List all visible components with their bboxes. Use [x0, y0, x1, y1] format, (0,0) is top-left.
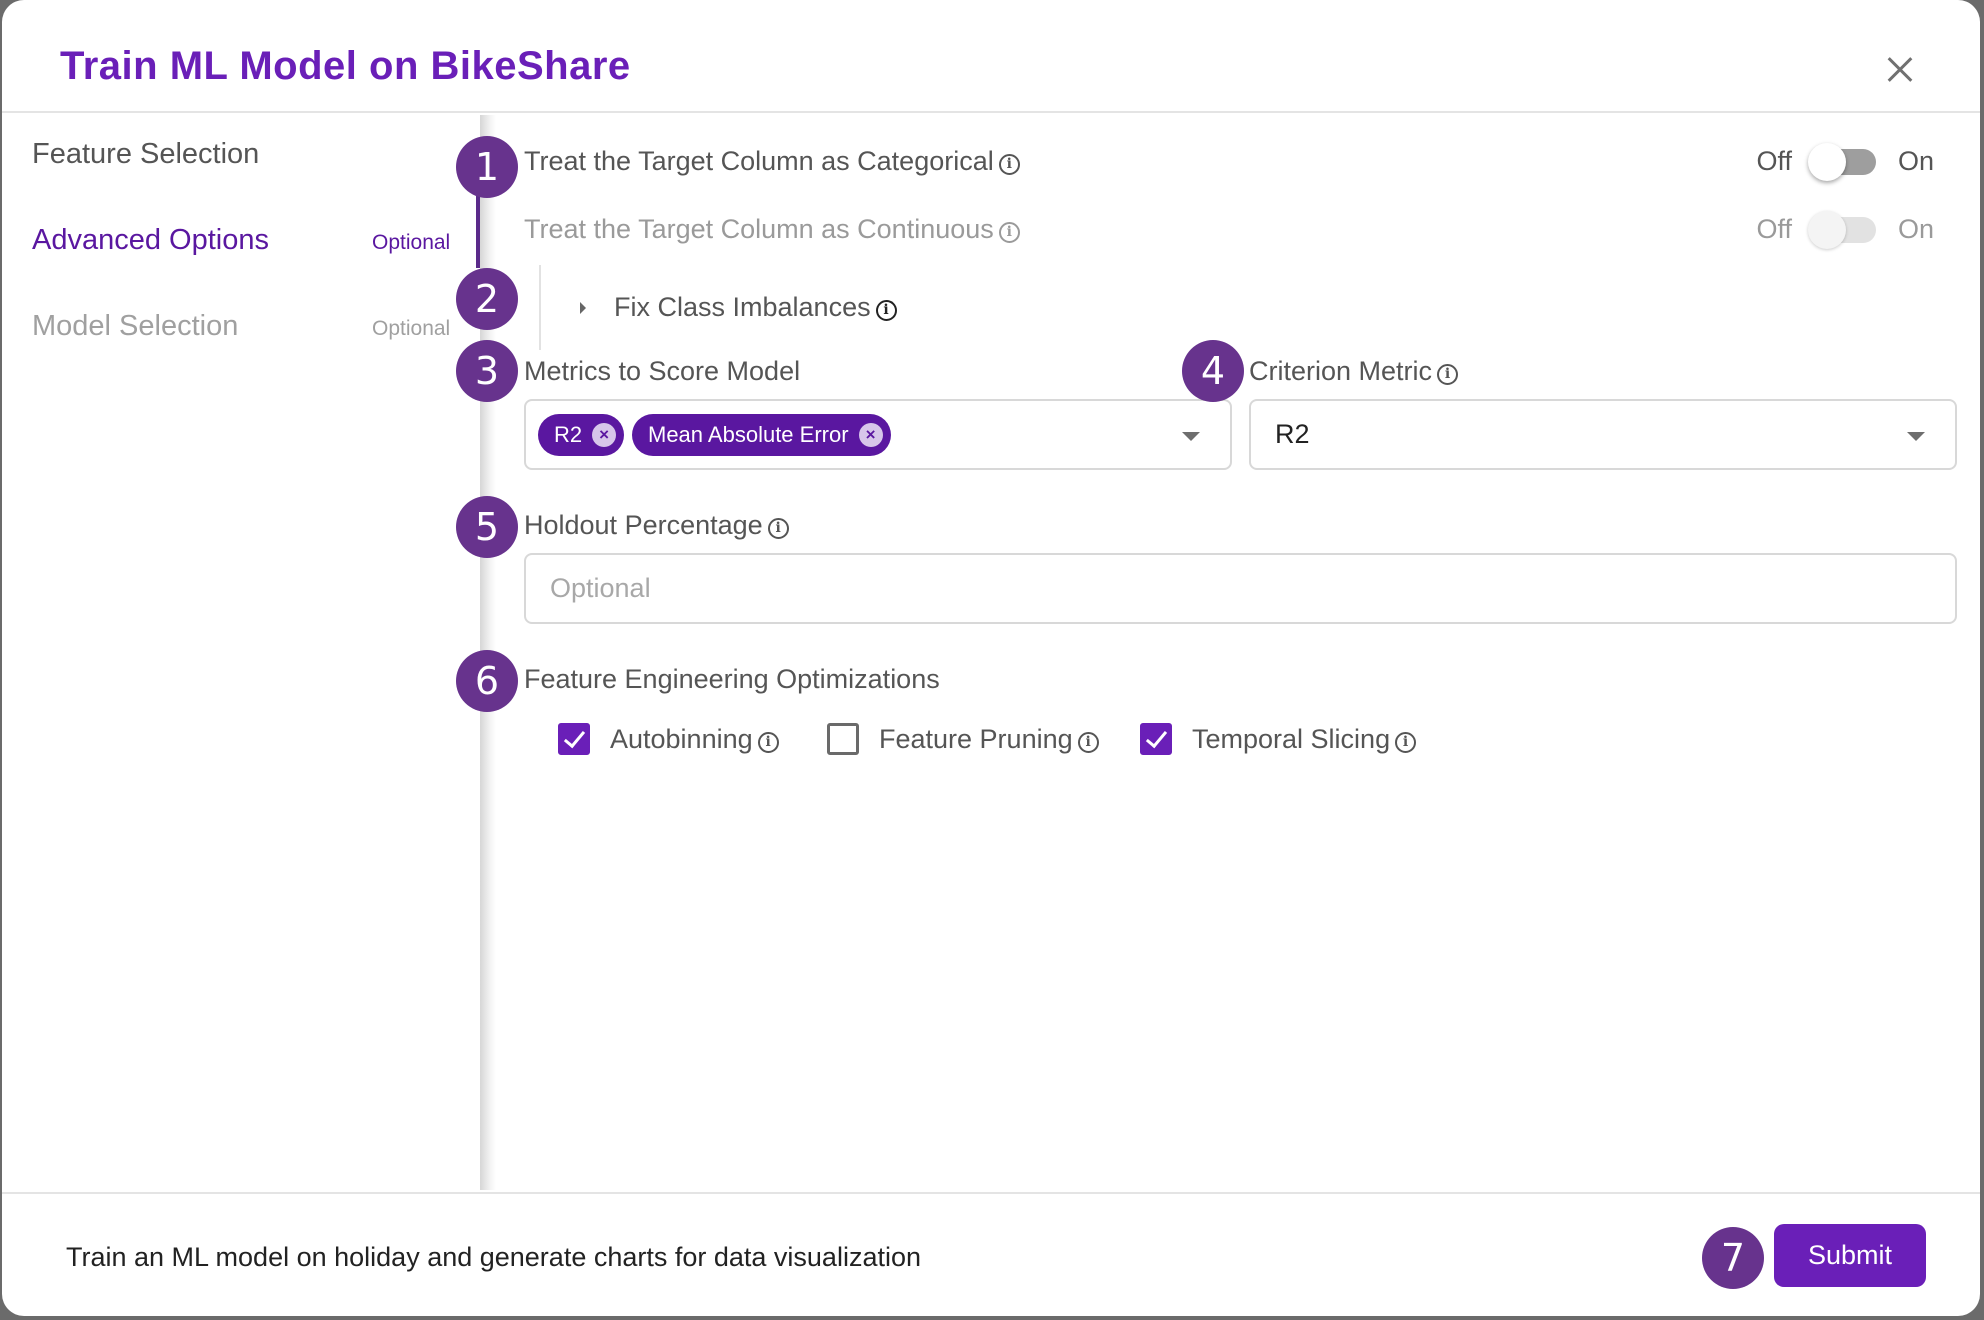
step-badge-2: 2 — [456, 268, 518, 330]
step-badge-5: 5 — [456, 496, 518, 558]
checkbox-label-text: Feature Pruning — [879, 723, 1073, 754]
section-divider — [539, 265, 541, 350]
info-icon[interactable]: i — [757, 731, 779, 753]
remove-chip-icon[interactable]: × — [592, 423, 617, 447]
info-icon[interactable]: i — [767, 518, 789, 539]
categorical-toggle[interactable] — [1807, 142, 1876, 181]
criterion-value: R2 — [1275, 419, 1310, 449]
step-badge-3: 3 — [456, 340, 518, 402]
info-icon[interactable]: i — [875, 300, 897, 321]
continuous-toggle-group: Off On — [1756, 210, 1934, 249]
info-icon[interactable]: i — [1077, 731, 1099, 753]
categorical-label-text: Treat the Target Column as Categorical — [524, 146, 994, 176]
continuous-toggle — [1807, 210, 1876, 249]
chevron-down-icon[interactable] — [1907, 432, 1925, 441]
metric-chip: Mean Absolute Error × — [632, 414, 891, 456]
toggle-knob — [1807, 142, 1846, 181]
step-badge-7: 7 — [1702, 1227, 1764, 1289]
metrics-label: Metrics to Score Model — [524, 356, 801, 386]
sidebar-item-label: Advanced Options — [32, 224, 269, 256]
feature-pruning-checkbox[interactable] — [827, 723, 859, 755]
step-badge-1: 1 — [456, 136, 518, 198]
fix-class-imbalances-toggle[interactable]: Fix Class Imbalances i — [614, 292, 897, 323]
chip-label: Mean Absolute Error — [648, 422, 849, 447]
toggle-off-label: Off — [1756, 146, 1792, 176]
continuous-label: Treat the Target Column as Continuous i — [524, 214, 1020, 245]
chip-label: R2 — [554, 422, 583, 447]
toggle-on-label: On — [1897, 146, 1934, 176]
autobinning-option[interactable]: Autobinning i — [558, 723, 779, 755]
holdout-label-text: Holdout Percentage — [524, 510, 763, 540]
criterion-select[interactable]: R2 — [1249, 399, 1957, 470]
feature-pruning-option[interactable]: Feature Pruning i — [827, 723, 1099, 755]
sidebar-item-feature-selection[interactable]: Feature Selection — [32, 138, 259, 171]
sidebar-item-advanced-options[interactable]: Advanced Options — [32, 224, 269, 257]
submit-button[interactable]: Submit — [1774, 1224, 1926, 1287]
toggle-off-label: Off — [1756, 214, 1792, 244]
info-icon[interactable]: i — [1437, 364, 1459, 385]
categorical-toggle-group: Off On — [1756, 142, 1934, 181]
optional-tag: Optional — [372, 317, 451, 340]
expand-caret-icon[interactable] — [580, 302, 586, 314]
sidebar-item-label: Model Selection — [32, 310, 239, 342]
step-connector — [476, 196, 480, 268]
step-badge-4: 4 — [1182, 340, 1244, 402]
close-icon[interactable] — [1880, 50, 1920, 90]
sidebar-item-label: Feature Selection — [32, 138, 260, 170]
feature-engineering-label: Feature Engineering Optimizations — [524, 664, 940, 694]
categorical-label: Treat the Target Column as Categorical i — [524, 146, 1020, 177]
steps-sidebar: Feature Selection Advanced Options Optio… — [2, 115, 480, 1192]
checkbox-label: Autobinning i — [610, 724, 779, 755]
train-model-dialog: Train ML Model on BikeShare Feature Sele… — [2, 0, 1980, 1316]
temporal-slicing-option[interactable]: Temporal Slicing i — [1140, 723, 1417, 755]
fix-class-label-text: Fix Class Imbalances — [614, 292, 871, 322]
chevron-down-icon[interactable] — [1182, 432, 1200, 441]
temporal-slicing-checkbox[interactable] — [1140, 723, 1172, 755]
checkbox-label-text: Temporal Slicing — [1192, 723, 1391, 754]
dialog-title: Train ML Model on BikeShare — [60, 44, 631, 88]
criterion-label-text: Criterion Metric — [1249, 356, 1433, 386]
info-icon[interactable]: i — [1395, 731, 1417, 753]
dialog-header: Train ML Model on BikeShare — [2, 0, 1980, 113]
metric-chip: R2 × — [538, 414, 625, 456]
info-icon[interactable]: i — [998, 154, 1020, 175]
autobinning-checkbox[interactable] — [558, 723, 590, 755]
continuous-label-text: Treat the Target Column as Continuous — [524, 214, 994, 244]
checkbox-label: Feature Pruning i — [879, 724, 1099, 755]
optional-tag: Optional — [372, 231, 451, 254]
criterion-label: Criterion Metric i — [1249, 356, 1459, 387]
sidebar-item-model-selection[interactable]: Model Selection — [32, 310, 238, 343]
task-description: Train an ML model on holiday and generat… — [66, 1242, 921, 1272]
remove-chip-icon[interactable]: × — [858, 423, 883, 447]
checkbox-label: Temporal Slicing i — [1192, 723, 1417, 755]
step-badge-6: 6 — [456, 650, 518, 712]
info-icon[interactable]: i — [998, 222, 1020, 243]
toggle-knob — [1807, 210, 1846, 249]
checkbox-label-text: Autobinning — [610, 723, 753, 754]
dialog-footer: Train an ML model on holiday and generat… — [2, 1192, 1980, 1316]
holdout-label: Holdout Percentage i — [524, 510, 789, 541]
toggle-on-label: On — [1897, 214, 1934, 244]
metrics-multiselect[interactable]: R2 × Mean Absolute Error × — [524, 399, 1232, 470]
holdout-percentage-input[interactable] — [524, 553, 1957, 624]
